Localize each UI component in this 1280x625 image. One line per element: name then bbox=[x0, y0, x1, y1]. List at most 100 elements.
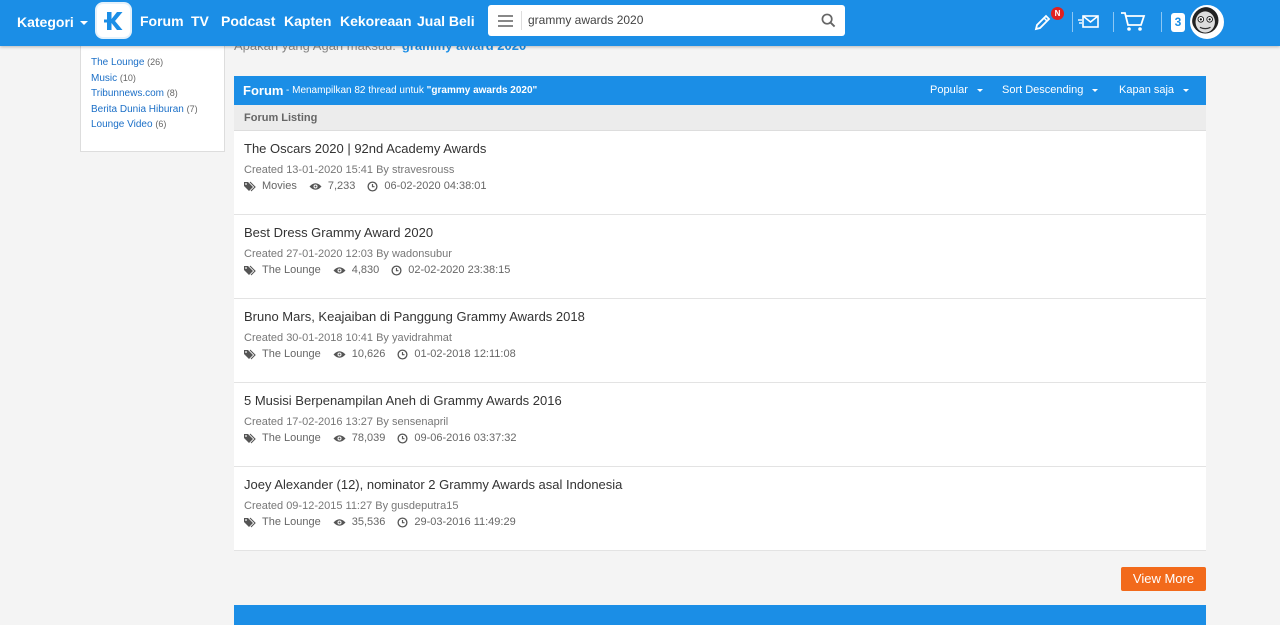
nav-kekoreaan[interactable]: Kekoreaan bbox=[340, 13, 412, 29]
last-activity-text: 01-02-2018 12:11:08 bbox=[414, 348, 516, 360]
thread-created: Created 09-12-2015 11:27 By gusdeputra15 bbox=[244, 500, 459, 512]
kaskus-logo[interactable] bbox=[97, 4, 130, 37]
category-label: Tribunnews.com bbox=[91, 88, 164, 99]
thread-title[interactable]: Best Dress Grammy Award 2020 bbox=[244, 225, 433, 240]
popular-dropdown[interactable]: Popular bbox=[930, 84, 983, 96]
search-input[interactable] bbox=[528, 11, 808, 29]
thread-meta: The Lounge 78,039 09-06-2016 03:37:32 bbox=[244, 432, 529, 444]
clock-icon bbox=[397, 432, 408, 444]
category-label: The Lounge bbox=[91, 57, 145, 68]
thread-row: Joey Alexander (12), nominator 2 Grammy … bbox=[234, 467, 1206, 551]
avatar-face-icon bbox=[1192, 7, 1219, 34]
avatar[interactable] bbox=[1190, 5, 1224, 39]
thread-category[interactable]: The Lounge bbox=[244, 432, 321, 444]
thread-title[interactable]: The Oscars 2020 | 92nd Academy Awards bbox=[244, 141, 486, 156]
search-bar bbox=[488, 5, 845, 36]
thread-meta: The Lounge 35,536 29-03-2016 11:49:29 bbox=[244, 516, 528, 528]
view-more-button[interactable]: View More bbox=[1121, 567, 1206, 591]
thread-created: Created 17-02-2016 13:27 By sensenapril bbox=[244, 416, 449, 428]
menu-icon[interactable] bbox=[498, 15, 513, 27]
views-text: 78,039 bbox=[351, 432, 386, 444]
forum-panel-subtitle: - Menampilkan 82 thread untuk "grammy aw… bbox=[286, 85, 537, 96]
subtitle-query: "grammy awards 2020" bbox=[426, 85, 538, 96]
last-activity-text: 06-02-2020 04:38:01 bbox=[384, 180, 487, 192]
category-count: (6) bbox=[155, 119, 167, 129]
thread-meta: The Lounge 10,626 01-02-2018 12:11:08 bbox=[244, 348, 528, 360]
category-label: Lounge Video bbox=[91, 119, 153, 130]
tag-icon bbox=[244, 349, 256, 359]
thread-category[interactable]: Movies bbox=[244, 180, 297, 192]
nav-divider bbox=[1161, 12, 1162, 32]
forum-panel-title: Forum bbox=[243, 83, 284, 98]
category-item[interactable]: Tribunnews.com (8) bbox=[91, 86, 198, 102]
thread-meta: The Lounge 4,830 02-02-2020 23:38:15 bbox=[244, 264, 522, 276]
kaskus-k-icon bbox=[103, 11, 122, 30]
nav-podcast[interactable]: Podcast bbox=[221, 13, 275, 29]
category-count: (7) bbox=[186, 103, 198, 114]
nav-jual-beli[interactable]: Jual Beli bbox=[417, 13, 475, 29]
subtitle-prefix: - Menampilkan 82 thread untuk bbox=[286, 85, 424, 96]
category-item[interactable]: Music (10) bbox=[91, 71, 198, 87]
thread-list: The Oscars 2020 | 92nd Academy Awards Cr… bbox=[234, 131, 1206, 551]
thread-row: The Oscars 2020 | 92nd Academy Awards Cr… bbox=[234, 131, 1206, 215]
category-label: Berita Dunia Hiburan bbox=[91, 103, 184, 115]
thread-created: Created 13-01-2020 15:41 By stravesrouss bbox=[244, 164, 455, 176]
thread-views: 4,830 bbox=[333, 264, 380, 276]
category-text: The Lounge bbox=[262, 264, 321, 276]
forum-listing-label: Forum Listing bbox=[234, 105, 1206, 131]
forum-panel-header: Forum - Menampilkan 82 thread untuk "gra… bbox=[234, 76, 1206, 105]
last-activity-text: 02-02-2020 23:38:15 bbox=[408, 264, 511, 276]
thread-last-activity: 29-03-2016 11:49:29 bbox=[397, 516, 516, 528]
eye-icon bbox=[333, 518, 346, 526]
thread-views: 35,536 bbox=[333, 516, 385, 528]
thread-title[interactable]: Joey Alexander (12), nominator 2 Grammy … bbox=[244, 477, 622, 492]
tag-icon bbox=[244, 181, 256, 191]
category-text: Movies bbox=[262, 180, 297, 192]
nav-kapten[interactable]: Kapten bbox=[284, 13, 331, 29]
kategori-dropdown[interactable]: Kategori bbox=[17, 14, 88, 30]
clock-icon bbox=[397, 516, 408, 528]
nav-divider bbox=[1113, 12, 1114, 32]
clock-icon bbox=[391, 264, 402, 276]
user-count-badge: 3 bbox=[1171, 13, 1185, 32]
category-item[interactable]: The Lounge (26) bbox=[91, 55, 198, 71]
thread-category[interactable]: The Lounge bbox=[244, 516, 321, 528]
cart-icon[interactable] bbox=[1120, 11, 1146, 33]
thread-row: Bruno Mars, Keajaiban di Panggung Grammy… bbox=[234, 299, 1206, 383]
category-item[interactable]: Berita Dunia Hiburan (7) bbox=[91, 102, 198, 118]
message-icon[interactable] bbox=[1078, 13, 1100, 31]
thread-created: Created 27-01-2020 12:03 By wadonsubur bbox=[244, 248, 452, 260]
search-divider bbox=[521, 11, 522, 30]
thread-title[interactable]: 5 Musisi Berpenampilan Aneh di Grammy Aw… bbox=[244, 393, 562, 408]
nav-tv[interactable]: TV bbox=[191, 13, 209, 29]
category-item[interactable]: Lounge Video (6) bbox=[91, 117, 198, 133]
thread-last-activity: 02-02-2020 23:38:15 bbox=[391, 264, 510, 276]
clock-icon bbox=[397, 348, 408, 360]
sort-dropdown[interactable]: Sort Descending bbox=[1002, 84, 1099, 96]
views-text: 4,830 bbox=[351, 264, 380, 276]
views-text: 10,626 bbox=[351, 348, 386, 360]
last-activity-text: 09-06-2016 03:37:32 bbox=[414, 432, 517, 444]
top-navbar: Kategori Forum TV Podcast Kapten Kekorea… bbox=[0, 0, 1280, 46]
thread-last-activity: 06-02-2020 04:38:01 bbox=[367, 180, 487, 192]
chevron-down-icon bbox=[1092, 88, 1099, 92]
thread-category[interactable]: The Lounge bbox=[244, 348, 321, 360]
nav-divider bbox=[1072, 12, 1073, 32]
thread-views: 7,233 bbox=[309, 180, 356, 192]
tag-icon bbox=[244, 265, 256, 275]
search-icon[interactable] bbox=[821, 13, 836, 28]
sort-label: Sort Descending bbox=[1002, 84, 1084, 96]
views-text: 7,233 bbox=[327, 180, 356, 192]
thread-views: 78,039 bbox=[333, 432, 386, 444]
chevron-down-icon bbox=[79, 21, 88, 26]
thread-category[interactable]: The Lounge bbox=[244, 264, 321, 276]
notification-badge: N bbox=[1051, 7, 1064, 20]
thread-created: Created 30-01-2018 10:41 By yavidrahmat bbox=[244, 332, 452, 344]
thread-row: Best Dress Grammy Award 2020 Created 27-… bbox=[234, 215, 1206, 299]
thread-last-activity: 09-06-2016 03:37:32 bbox=[397, 432, 517, 444]
nav-forum[interactable]: Forum bbox=[140, 13, 184, 29]
thread-title[interactable]: Bruno Mars, Keajaiban di Panggung Grammy… bbox=[244, 309, 585, 324]
category-text: The Lounge bbox=[262, 432, 321, 444]
create-thread-icon[interactable] bbox=[1033, 12, 1053, 32]
time-dropdown[interactable]: Kapan saja bbox=[1119, 84, 1190, 96]
